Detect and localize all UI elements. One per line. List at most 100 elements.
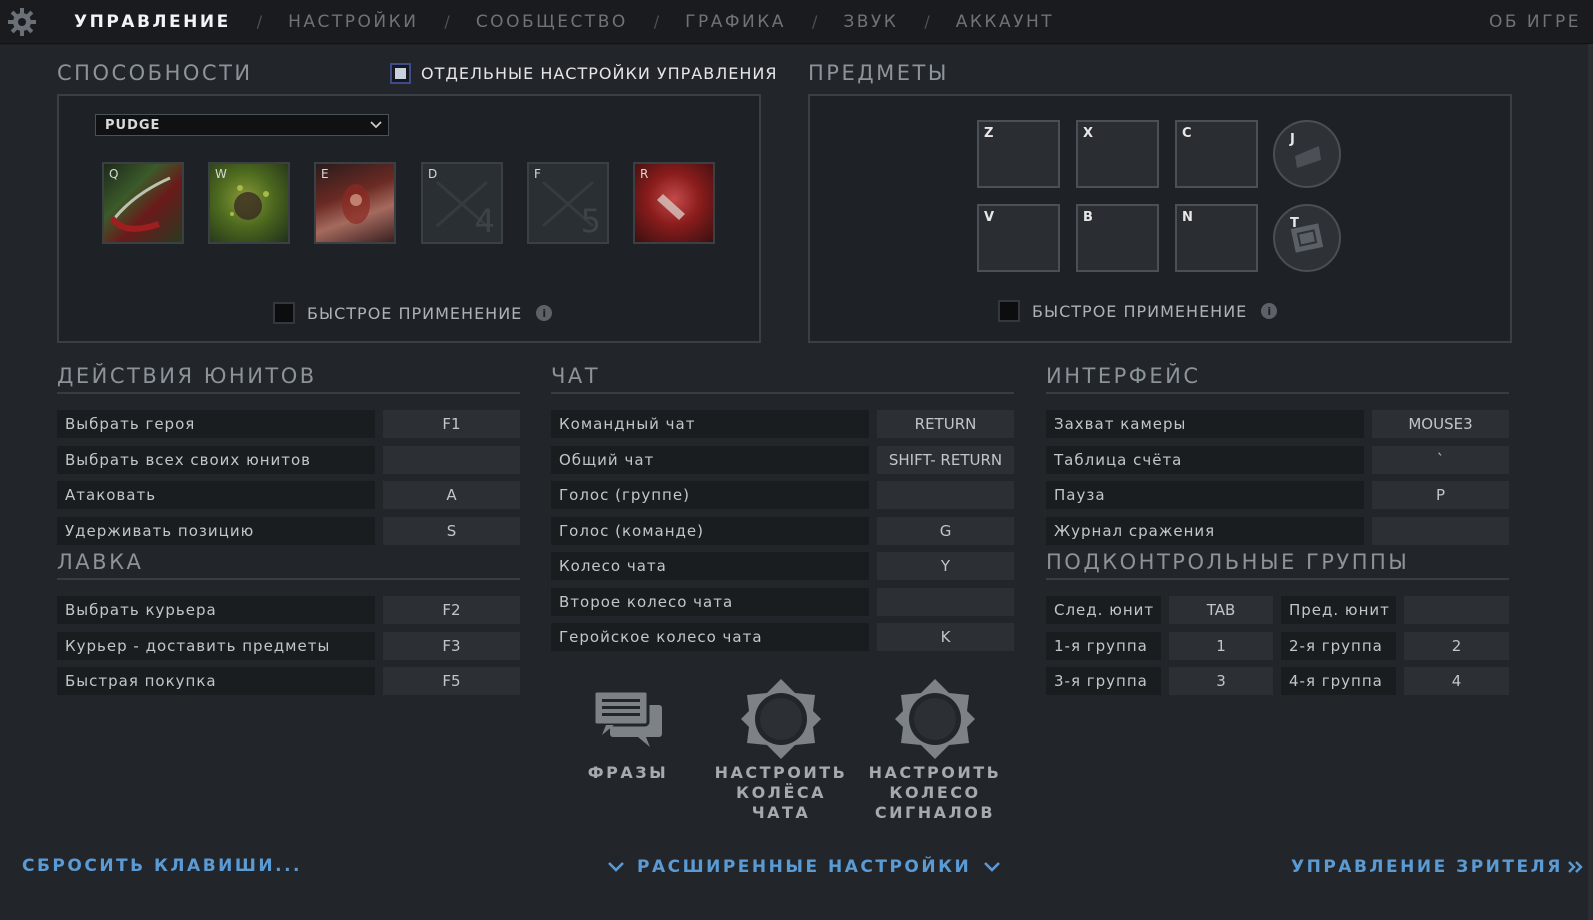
binding-key[interactable]: 3 [1169, 667, 1273, 695]
chevron-down-icon [984, 862, 1001, 872]
tab-controls[interactable]: УПРАВЛЕНИЕ [74, 12, 231, 32]
ping-wheel-label-1: НАСТРОИТЬ [868, 763, 1002, 782]
binding-key[interactable]: S [383, 517, 520, 545]
flesh-heap-icon [342, 184, 370, 224]
binding-key[interactable] [1372, 517, 1509, 545]
chat-wheel-label-2: КОЛЁСА ЧАТА [735, 783, 827, 822]
unit-actions-title: ДЕЙСТВИЯ ЮНИТОВ [57, 364, 317, 388]
binding-key[interactable]: P [1372, 481, 1509, 509]
phrases-label: ФРАЗЫ [587, 763, 669, 782]
tab-community[interactable]: СООБЩЕСТВО [476, 12, 628, 32]
binding-key[interactable]: Y [877, 552, 1014, 580]
section-divider [1046, 392, 1509, 394]
phrases-button[interactable]: ФРАЗЫ [568, 685, 688, 783]
binding-label: Пауза [1046, 481, 1364, 509]
ability-slot-q[interactable]: Q [102, 162, 184, 244]
binding-label: Выбрать героя [57, 410, 375, 438]
ability-slot-r[interactable]: R [633, 162, 715, 244]
binding-key[interactable]: SHIFT- RETURN [877, 446, 1014, 474]
tab-separator: / [653, 12, 660, 31]
spectator-controls-label: УПРАВЛЕНИЕ ЗРИТЕЛЯ [1291, 857, 1563, 877]
binding-key[interactable]: 1 [1169, 632, 1273, 660]
binding-key[interactable]: F2 [383, 596, 520, 624]
reset-keys-link[interactable]: СБРОСИТЬ КЛАВИШИ... [22, 856, 302, 876]
items-quickcast-checkbox[interactable]: БЫСТРОЕ ПРИМЕНЕНИЕ i [998, 300, 1278, 322]
item-slot-c[interactable]: C [1175, 120, 1258, 188]
binding-label: Голос (команде) [551, 517, 869, 545]
binding-label: Удерживать позицию [57, 517, 375, 545]
binding-label: Журнал сражения [1046, 517, 1364, 545]
ability-slot-e[interactable]: E [314, 162, 396, 244]
binding-key[interactable] [1404, 596, 1509, 624]
quickcast-label: БЫСТРОЕ ПРИМЕНЕНИЕ [1032, 301, 1248, 321]
binding-key[interactable]: TAB [1169, 596, 1273, 624]
spectator-controls-link[interactable]: УПРАВЛЕНИЕ ЗРИТЕЛЯ [1291, 857, 1585, 877]
binding-key[interactable]: K [877, 623, 1014, 651]
dismember-icon [657, 194, 685, 220]
binding-key[interactable]: F3 [383, 632, 520, 660]
binding-key[interactable]: 4 [1404, 667, 1509, 695]
binding-label: Курьер - доставить предметы [57, 632, 375, 660]
binding-label: 3-я группа [1046, 667, 1161, 695]
ability-slot-w[interactable]: W [208, 162, 290, 244]
settings-gear-icon[interactable] [0, 0, 44, 44]
hero-dropdown[interactable]: PUDGE [95, 114, 389, 136]
tp-scroll-slot[interactable]: T [1273, 204, 1341, 272]
neutral-item-icon [1295, 146, 1321, 168]
tab-settings[interactable]: НАСТРОЙКИ [288, 12, 418, 32]
info-icon[interactable]: i [536, 305, 553, 321]
binding-key[interactable]: 2 [1404, 632, 1509, 660]
tp-scroll-icon [1290, 223, 1324, 253]
binding-key[interactable]: F1 [383, 410, 520, 438]
quickcast-checkbox-box[interactable] [273, 302, 295, 324]
binding-key[interactable]: MOUSE3 [1372, 410, 1509, 438]
tab-separator: / [256, 12, 263, 31]
item-slot-z[interactable]: Z [977, 120, 1060, 188]
section-divider [1046, 578, 1509, 580]
item-slot-x[interactable]: X [1076, 120, 1159, 188]
info-icon[interactable]: i [1261, 303, 1278, 319]
configure-ping-wheel-button[interactable]: НАСТРОИТЬ КОЛЕСО СИГНАЛОВ [862, 677, 1008, 823]
advanced-settings-toggle[interactable]: РАСШИРЕННЫЕ НАСТРОЙКИ [607, 857, 1001, 877]
override-controls-checkbox[interactable]: ОТДЕЛЬНЫЕ НАСТРОЙКИ УПРАВЛЕНИЯ [390, 63, 777, 84]
quickcast-checkbox-box[interactable] [998, 300, 1020, 322]
neutral-item-slot[interactable]: J [1273, 120, 1341, 188]
binding-key[interactable]: RETURN [877, 410, 1014, 438]
interface-title: ИНТЕРФЕЙС [1046, 364, 1201, 388]
binding-key[interactable] [877, 588, 1014, 616]
binding-key[interactable] [877, 481, 1014, 509]
quickcast-label: БЫСТРОЕ ПРИМЕНЕНИЕ [307, 303, 523, 323]
ability-slot-d[interactable]: D 4 [421, 162, 503, 244]
control-groups-title: ПОДКОНТРОЛЬНЫЕ ГРУППЫ [1046, 550, 1410, 574]
binding-label: 1-я группа [1046, 632, 1161, 660]
abilities-title: СПОСОБНОСТИ [57, 61, 253, 85]
items-title: ПРЕДМЕТЫ [808, 61, 949, 85]
binding-label: След. юнит [1046, 596, 1161, 624]
tab-graphics[interactable]: ГРАФИКА [685, 12, 786, 32]
hero-dropdown-value: PUDGE [105, 117, 161, 133]
chevron-down-icon [370, 121, 382, 129]
section-divider [551, 392, 1014, 394]
ability-slot-f[interactable]: F 5 [527, 162, 609, 244]
item-slot-n[interactable]: N [1175, 204, 1258, 272]
binding-key[interactable]: F5 [383, 667, 520, 695]
binding-key[interactable]: ` [1372, 446, 1509, 474]
override-checkbox-box[interactable] [390, 63, 411, 84]
tab-sound[interactable]: ЗВУК [843, 12, 898, 32]
binding-key[interactable] [383, 446, 520, 474]
chat-wheel-icon [741, 679, 821, 759]
abilities-quickcast-checkbox[interactable]: БЫСТРОЕ ПРИМЕНЕНИЕ i [273, 302, 553, 324]
tab-about[interactable]: ОБ ИГРЕ [1489, 12, 1581, 32]
top-nav: УПРАВЛЕНИЕ / НАСТРОЙКИ / СООБЩЕСТВО / ГР… [0, 0, 1593, 44]
tab-account[interactable]: АККАУНТ [956, 12, 1054, 32]
binding-label: Второе колесо чата [551, 588, 869, 616]
item-key-label: X [1083, 126, 1094, 141]
shop-title: ЛАВКА [57, 550, 144, 574]
item-slot-v[interactable]: V [977, 204, 1060, 272]
chat-bubbles-icon [592, 689, 662, 747]
ability-slot-number: 4 [474, 202, 495, 240]
binding-key[interactable]: A [383, 481, 520, 509]
item-slot-b[interactable]: B [1076, 204, 1159, 272]
configure-chat-wheel-button[interactable]: НАСТРОИТЬ КОЛЁСА ЧАТА [708, 677, 854, 823]
binding-key[interactable]: G [877, 517, 1014, 545]
